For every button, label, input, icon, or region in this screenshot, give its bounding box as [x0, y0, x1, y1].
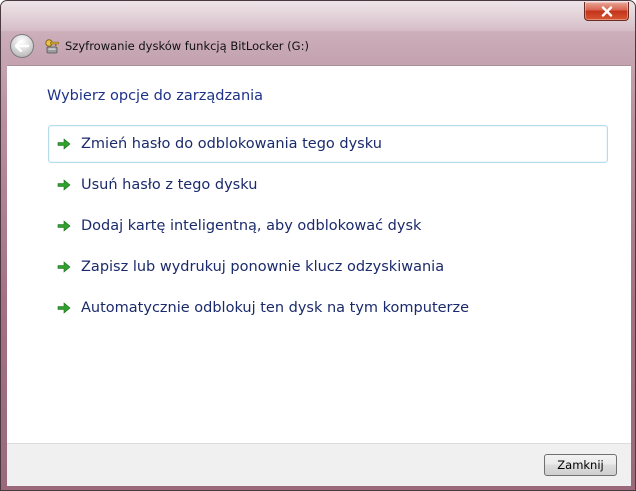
option-remove-password[interactable]: Usuń hasło z tego dysku	[48, 166, 608, 204]
window-close-button[interactable]	[584, 2, 629, 21]
bitlocker-keys-icon	[45, 39, 59, 54]
back-button[interactable]	[10, 34, 34, 58]
green-arrow-icon	[57, 302, 71, 314]
green-arrow-icon	[57, 261, 71, 273]
option-save-recovery-key[interactable]: Zapisz lub wydrukuj ponownie klucz odzys…	[48, 248, 608, 286]
option-add-smart-card[interactable]: Dodaj kartę inteligentną, aby odblokować…	[48, 207, 608, 245]
option-label: Zapisz lub wydrukuj ponownie klucz odzys…	[81, 259, 445, 275]
dialog-window: Szyfrowanie dysków funkcją BitLocker (G:…	[0, 0, 636, 491]
close-dialog-button[interactable]: Zamknij	[544, 454, 617, 476]
option-label: Dodaj kartę inteligentną, aby odblokować…	[81, 218, 422, 234]
window-title: Szyfrowanie dysków funkcją BitLocker (G:…	[65, 39, 309, 53]
close-icon	[601, 5, 612, 17]
dialog-footer: Zamknij	[7, 443, 631, 486]
main-content: Wybierz opcje do zarządzania Zmień hasło…	[7, 65, 631, 443]
page-heading: Wybierz opcje do zarządzania	[47, 88, 264, 104]
option-label: Automatycznie odblokuj ten dysk na tym k…	[81, 300, 470, 316]
green-arrow-icon	[57, 138, 71, 150]
option-label: Usuń hasło z tego dysku	[81, 177, 258, 193]
option-auto-unlock[interactable]: Automatycznie odblokuj ten dysk na tym k…	[48, 289, 608, 327]
back-arrow-icon	[15, 40, 29, 52]
title-bar[interactable]	[1, 1, 635, 31]
navigation-bar: Szyfrowanie dysków funkcją BitLocker (G:…	[7, 31, 631, 63]
option-change-password[interactable]: Zmień hasło do odblokowania tego dysku	[48, 125, 608, 163]
green-arrow-icon	[57, 179, 71, 191]
option-label: Zmień hasło do odblokowania tego dysku	[81, 136, 382, 152]
green-arrow-icon	[57, 220, 71, 232]
